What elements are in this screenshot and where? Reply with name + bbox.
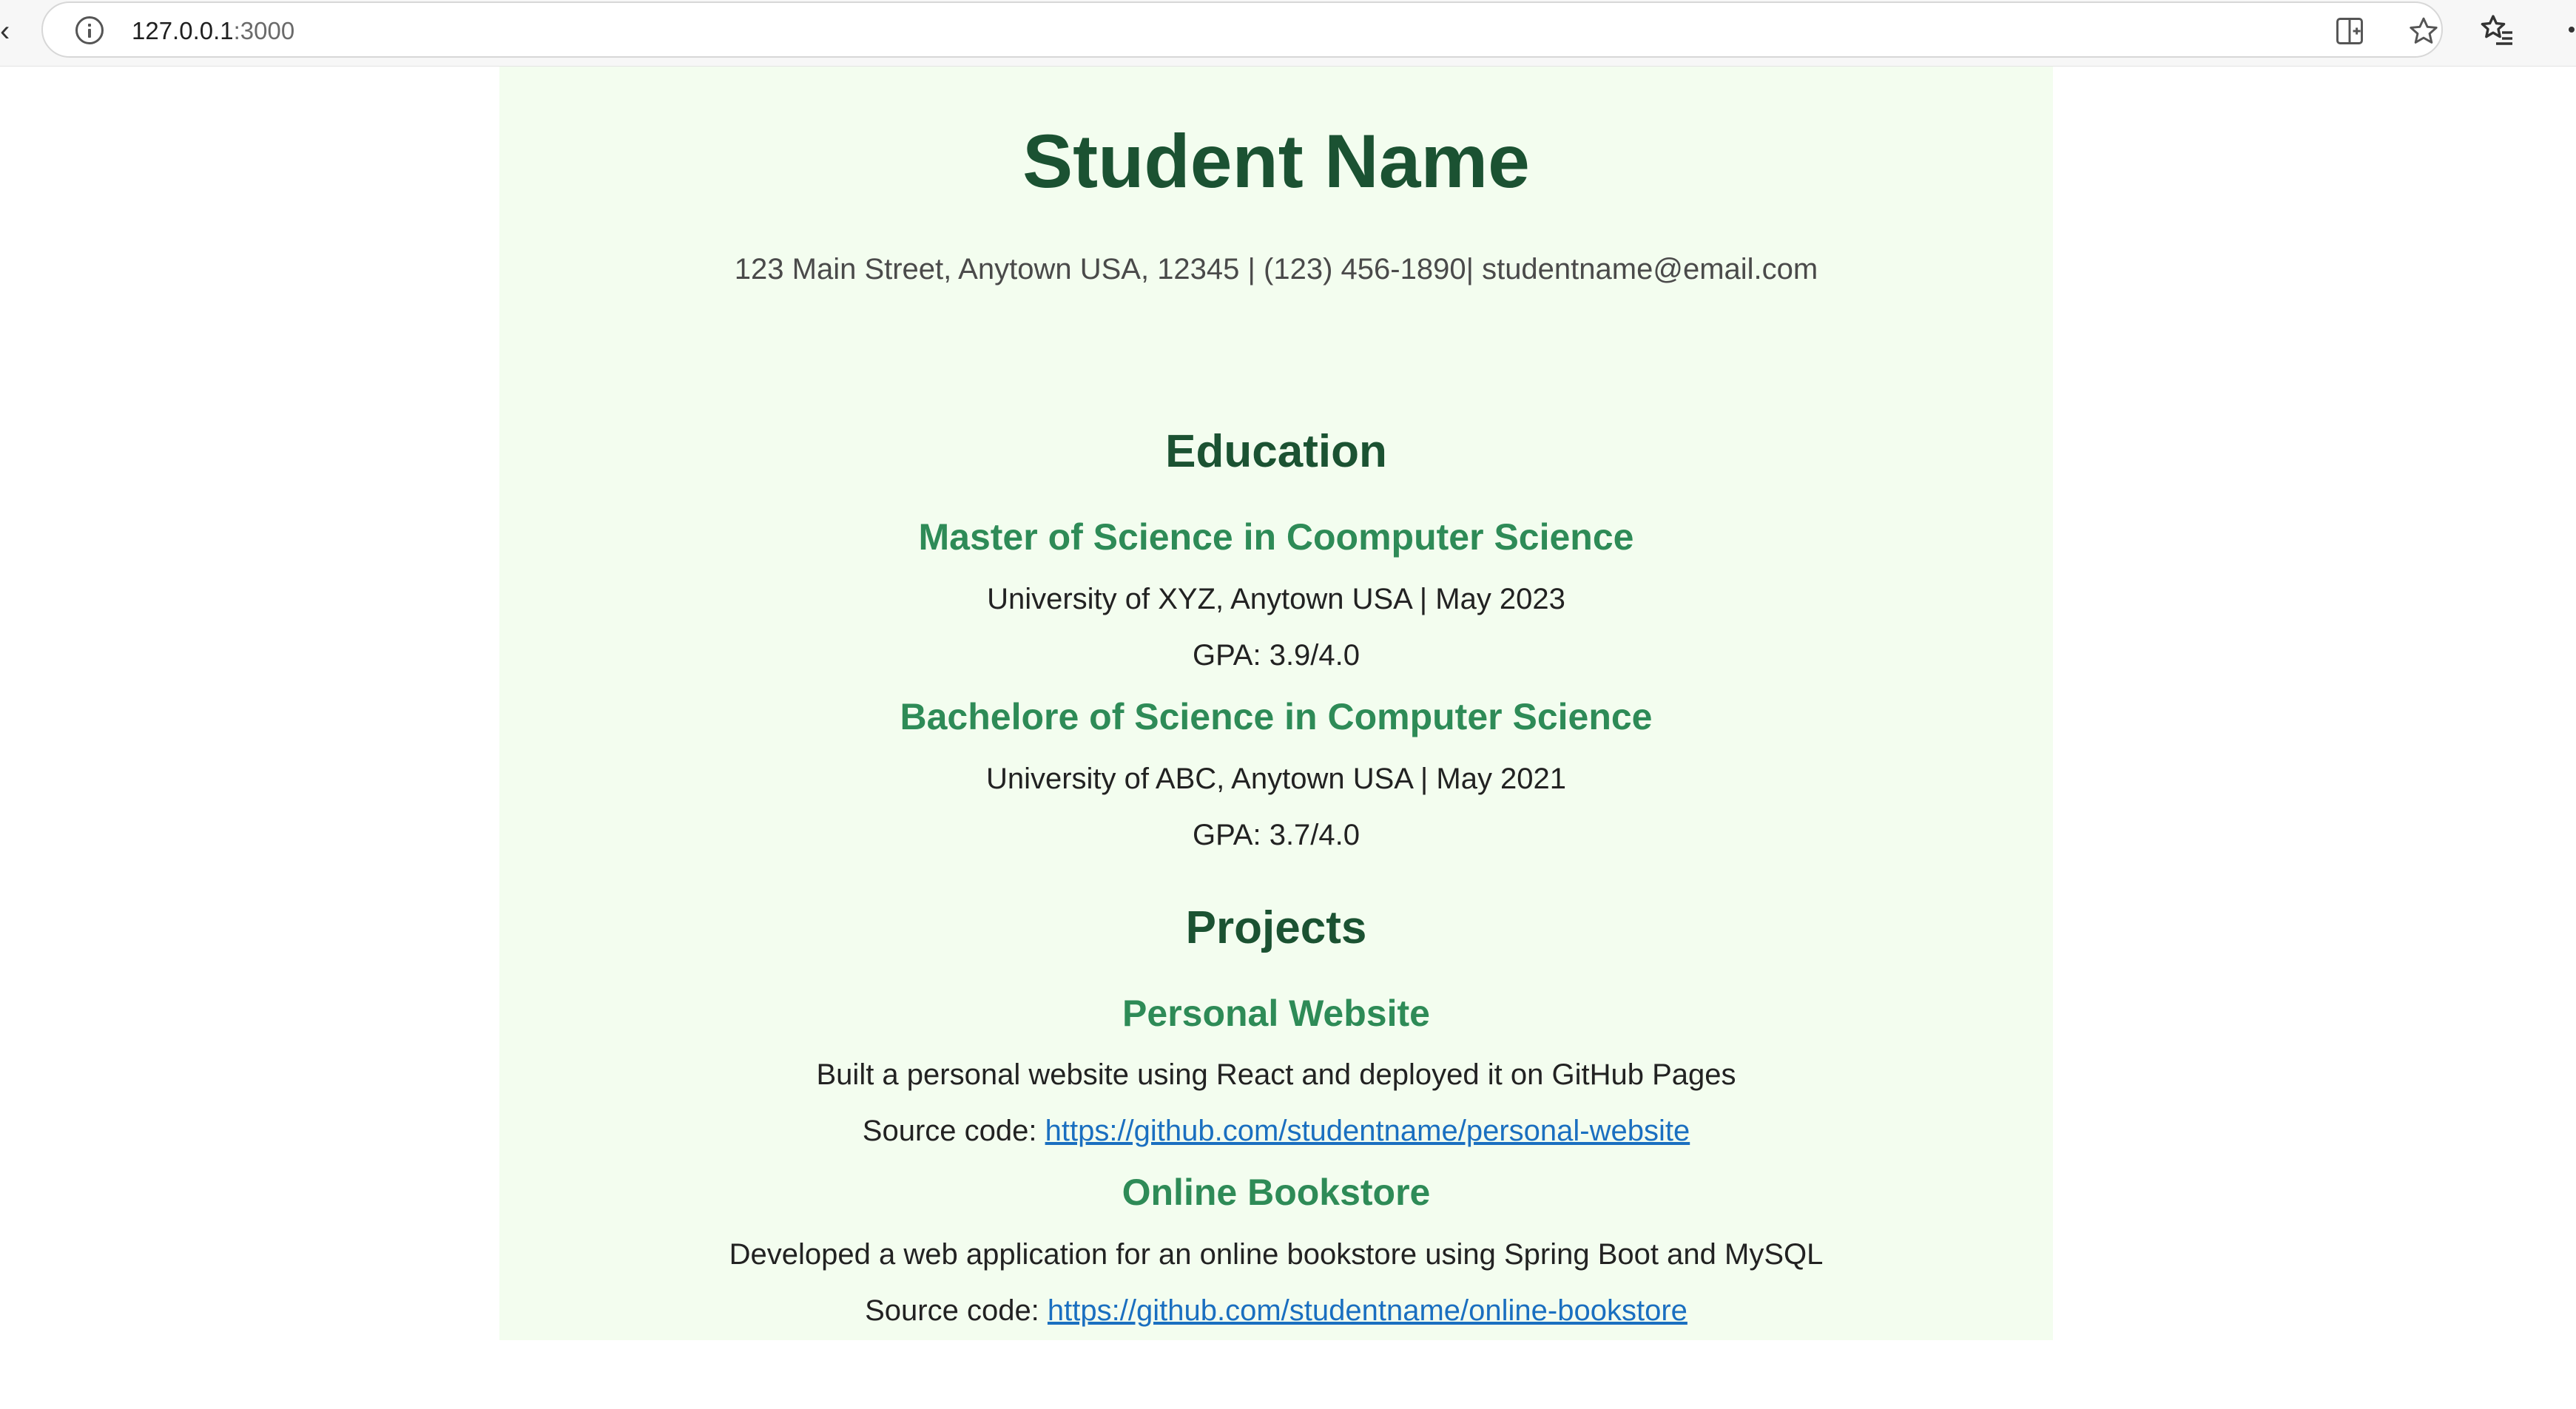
url-text[interactable]: 127.0.0.1:3000 (132, 18, 294, 44)
info-icon[interactable] (75, 16, 104, 44)
education-gpa: GPA: 3.9/4.0 (1192, 639, 1361, 672)
resume-page: Student Name 123 Main Street, Anytown US… (499, 67, 2053, 1340)
education-school: University of XYZ, Anytown USA | May 202… (987, 583, 1565, 615)
source-label: Source code: (862, 1115, 1045, 1147)
contact-info: 123 Main Street, Anytown USA, 12345 | (1… (734, 253, 1818, 285)
project-source: Source code: https://github.com/studentn… (499, 1293, 2053, 1328)
project-title: Online Bookstore (1122, 1172, 1431, 1213)
source-link[interactable]: https://github.com/studentname/online-bo… (1048, 1294, 1687, 1327)
project-source: Source code: https://github.com/studentn… (499, 1113, 2053, 1149)
education-school: University of ABC, Anytown USA | May 202… (985, 763, 1567, 795)
more-icon[interactable] (2554, 12, 2576, 47)
browser-toolbar: ‹ 127.0.0.1:3000 (0, 0, 2576, 67)
projects-heading: Projects (1185, 902, 1367, 953)
education-degree: Master of Science in Coomputer Science (918, 516, 1634, 558)
source-link[interactable]: https://github.com/studentname/personal-… (1045, 1115, 1690, 1147)
back-icon-fragment: ‹ (0, 15, 10, 47)
url-host: 127.0.0.1 (132, 17, 234, 44)
education-gpa: GPA: 3.7/4.0 (1192, 819, 1361, 851)
project-title: Personal Website (1122, 993, 1430, 1034)
url-port: :3000 (233, 17, 295, 44)
project-description: Built a personal website using React and… (816, 1058, 1736, 1091)
favorites-icon[interactable] (2480, 12, 2515, 47)
star-icon[interactable] (2407, 15, 2440, 47)
education-degree: Bachelore of Science in Computer Science (900, 696, 1653, 737)
project-description: Developed a web application for an onlin… (729, 1238, 1824, 1271)
source-label: Source code: (865, 1294, 1048, 1327)
address-bar[interactable]: 127.0.0.1:3000 (41, 1, 2443, 58)
split-screen-icon[interactable] (2333, 15, 2366, 47)
education-heading: Education (1165, 426, 1387, 477)
student-name: Student Name (1022, 119, 1530, 203)
